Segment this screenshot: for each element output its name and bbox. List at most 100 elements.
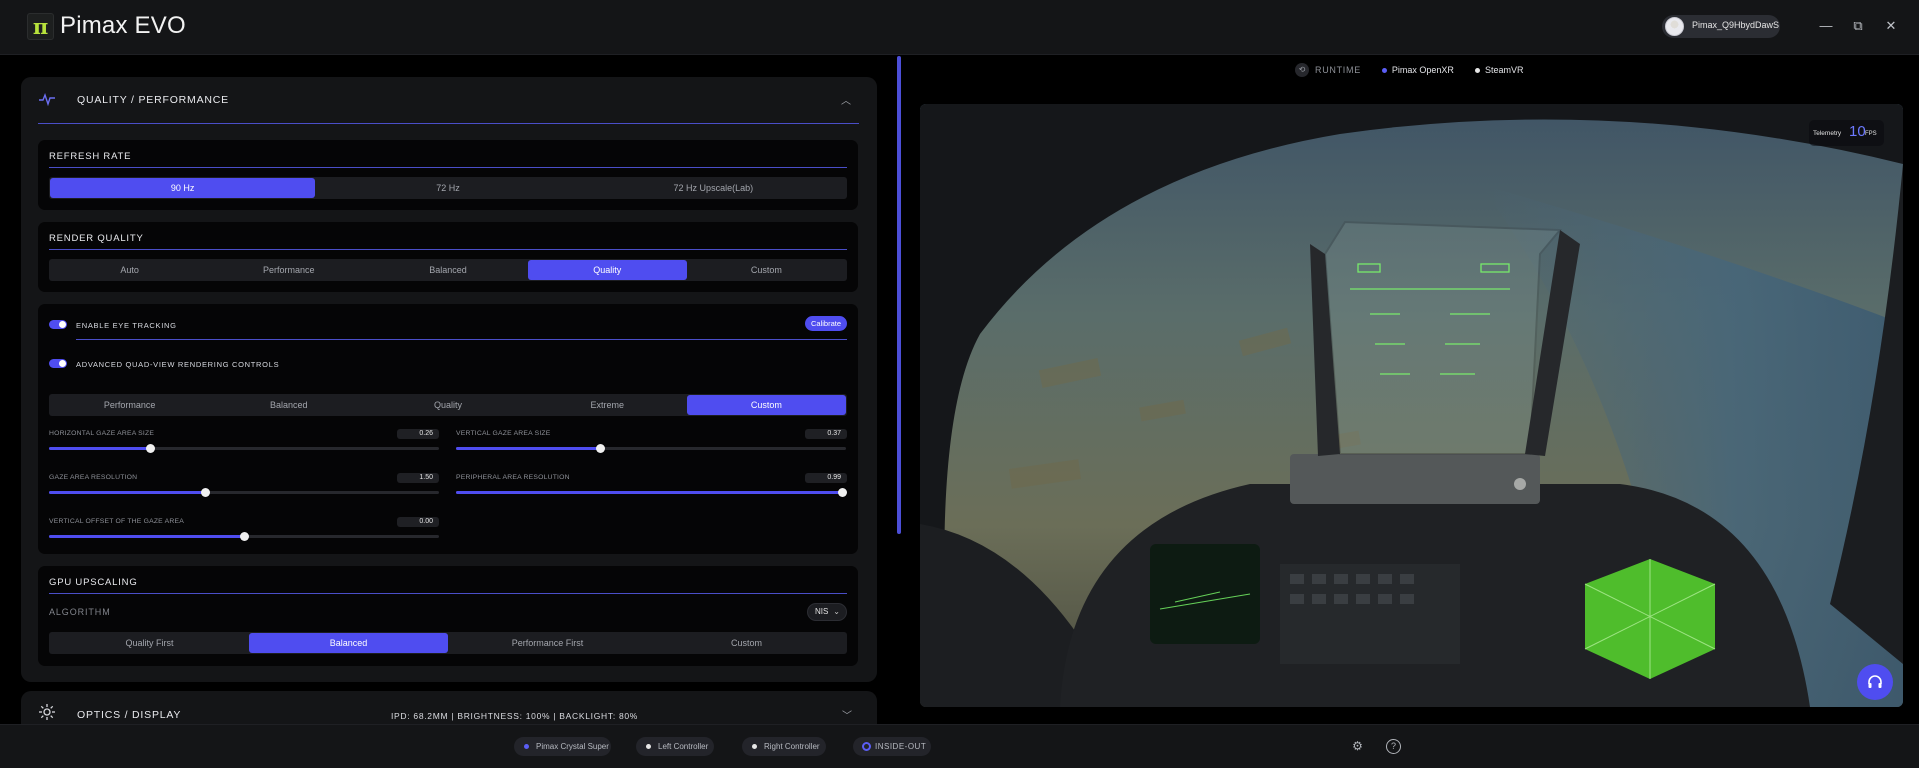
- divider: [76, 339, 847, 340]
- close-icon[interactable]: ✕: [1881, 16, 1901, 36]
- scrollbar[interactable]: [897, 56, 901, 534]
- slider-value[interactable]: 1.50: [397, 473, 439, 483]
- refresh-rate-option[interactable]: 90 Hz: [50, 178, 316, 198]
- status-dot: [646, 744, 651, 749]
- runtime-icon: ⟲: [1295, 63, 1309, 77]
- render-quality-option[interactable]: Auto: [50, 260, 209, 280]
- fps-unit: FPS: [1865, 131, 1877, 137]
- slider-value[interactable]: 0.99: [805, 473, 847, 483]
- render-quality-selector[interactable]: Auto Performance Balanced Quality Custom: [49, 259, 847, 281]
- render-quality-option[interactable]: Custom: [687, 260, 846, 280]
- slider-label: HORIZONTAL GAZE AREA SIZE: [49, 430, 155, 437]
- slider-label: VERTICAL OFFSET OF THE GAZE AREA: [49, 518, 184, 525]
- upscaling-option[interactable]: Custom: [647, 633, 846, 653]
- status-dot: [752, 744, 757, 749]
- quad-view-option[interactable]: Performance: [50, 395, 209, 415]
- render-quality-option[interactable]: Balanced: [368, 260, 527, 280]
- quad-view-option[interactable]: Balanced: [209, 395, 368, 415]
- algorithm-select[interactable]: NIS ⌄: [807, 603, 847, 621]
- vr-preview: [920, 104, 1903, 707]
- slider-knob[interactable]: [596, 444, 606, 453]
- avatar: [1665, 17, 1684, 36]
- runtime-label: RUNTIME: [1315, 65, 1361, 75]
- refresh-rate-selector[interactable]: 90 Hz 72 Hz 72 Hz Upscale(Lab): [49, 177, 847, 199]
- upscaling-option[interactable]: Performance First: [448, 633, 647, 653]
- render-quality-option[interactable]: Quality: [527, 260, 687, 280]
- app-title: Pimax EVO: [60, 12, 186, 39]
- title-bar: π Pimax EVO Pimax_Q9HbydDawS — ⧉ ✕: [0, 0, 1919, 55]
- runtime-option[interactable]: SteamVR: [1485, 65, 1524, 75]
- algorithm-label: ALGORITHM: [49, 607, 111, 617]
- optics-summary: IPD: 68.2MM | BRIGHTNESS: 100% | BACKLIG…: [391, 711, 639, 721]
- quad-view-label: ADVANCED QUAD-VIEW RENDERING CONTROLS: [76, 360, 280, 369]
- cockpit-view-image: [920, 104, 1903, 707]
- gpu-upscaling-title: GPU UPSCALING: [49, 577, 138, 588]
- pimax-logo: π: [27, 13, 54, 40]
- upscaling-option[interactable]: Balanced: [249, 633, 448, 653]
- minimize-icon[interactable]: —: [1816, 16, 1836, 36]
- slider-knob[interactable]: [240, 532, 249, 541]
- vertical-offset-slider[interactable]: [49, 532, 439, 541]
- quad-view-option[interactable]: Quality: [368, 395, 527, 415]
- slider-value[interactable]: 0.26: [397, 429, 439, 439]
- headset-support-button[interactable]: [1857, 664, 1893, 700]
- status-dot: [524, 744, 529, 749]
- device-name: Right Controller: [764, 742, 820, 751]
- help-icon[interactable]: ?: [1386, 739, 1401, 754]
- quad-view-option[interactable]: Extreme: [528, 395, 687, 415]
- gpu-upscaling-block: GPU UPSCALING ALGORITHM NIS ⌄ Quality Fi…: [38, 566, 858, 666]
- device-right-controller[interactable]: Right Controller: [742, 737, 826, 756]
- render-quality-block: RENDER QUALITY Auto Performance Balanced…: [38, 222, 858, 292]
- telemetry-label: Telemetry: [1813, 130, 1842, 137]
- quad-view-preset-selector[interactable]: Performance Balanced Quality Extreme Cus…: [49, 394, 847, 416]
- device-left-controller[interactable]: Left Controller: [636, 737, 714, 756]
- slider-label: GAZE AREA RESOLUTION: [49, 474, 138, 481]
- eye-tracking-toggle[interactable]: [49, 320, 67, 329]
- tracking-mode: INSIDE-OUT: [875, 742, 927, 751]
- status-bar: Pimax Crystal Super Left Controller Righ…: [0, 724, 1919, 768]
- slider-knob[interactable]: [146, 444, 156, 453]
- device-name: Left Controller: [658, 742, 709, 751]
- section-title: QUALITY / PERFORMANCE: [77, 94, 229, 106]
- telemetry-overlay: Telemetry 10 FPS: [1809, 120, 1884, 146]
- slider-knob[interactable]: [201, 488, 210, 497]
- chevron-down-icon: ⌄: [833, 607, 840, 616]
- slider-fill: [49, 535, 244, 538]
- runtime-option[interactable]: Pimax OpenXR: [1392, 65, 1454, 75]
- chevron-up-icon[interactable]: ︿: [839, 92, 853, 107]
- user-account-button[interactable]: Pimax_Q9HbydDawS: [1662, 15, 1780, 38]
- peripheral-resolution-slider[interactable]: [456, 488, 848, 497]
- tracking-mode-badge[interactable]: INSIDE-OUT: [853, 737, 931, 756]
- quality-performance-header[interactable]: QUALITY / PERFORMANCE ︿: [38, 77, 859, 124]
- device-headset[interactable]: Pimax Crystal Super: [514, 737, 611, 756]
- slider-label: PERIPHERAL AREA RESOLUTION: [456, 474, 570, 481]
- restore-icon[interactable]: ⧉: [1848, 16, 1868, 36]
- calibrate-button[interactable]: Calibrate: [805, 316, 847, 331]
- upscaling-mode-selector[interactable]: Quality First Balanced Performance First…: [49, 632, 847, 654]
- vertical-gaze-size-slider[interactable]: [456, 444, 846, 453]
- fps-value: 10: [1849, 123, 1866, 140]
- quad-view-toggle[interactable]: [49, 359, 67, 368]
- status-dot: [1381, 67, 1387, 73]
- optics-display-card[interactable]: OPTICS / DISPLAY IPD: 68.2MM | BRIGHTNES…: [21, 691, 877, 724]
- refresh-rate-option[interactable]: 72 Hz: [315, 178, 580, 198]
- upscaling-option[interactable]: Quality First: [50, 633, 249, 653]
- slider-value[interactable]: 0.00: [397, 517, 439, 527]
- refresh-rate-option[interactable]: 72 Hz Upscale(Lab): [581, 178, 846, 198]
- render-quality-option[interactable]: Performance: [209, 260, 368, 280]
- gear-icon[interactable]: ⚙: [1350, 739, 1365, 754]
- gaze-resolution-slider[interactable]: [49, 488, 439, 497]
- slider-knob[interactable]: [838, 488, 848, 497]
- slider-fill: [456, 447, 601, 450]
- headphones-icon: [1868, 675, 1882, 688]
- quality-performance-card: QUALITY / PERFORMANCE ︿ REFRESH RATE 90 …: [21, 77, 877, 682]
- slider-value[interactable]: 0.37: [805, 429, 847, 439]
- divider: [49, 249, 847, 250]
- settings-panel[interactable]: QUALITY / PERFORMANCE ︿ REFRESH RATE 90 …: [0, 55, 900, 724]
- user-name: Pimax_Q9HbydDawS: [1692, 20, 1780, 30]
- quad-view-option[interactable]: Custom: [686, 395, 847, 415]
- chevron-down-icon[interactable]: ﹀: [840, 707, 854, 722]
- horizontal-gaze-size-slider[interactable]: [49, 444, 439, 453]
- slider-fill: [49, 491, 205, 494]
- slider-label: VERTICAL GAZE AREA SIZE: [456, 430, 551, 437]
